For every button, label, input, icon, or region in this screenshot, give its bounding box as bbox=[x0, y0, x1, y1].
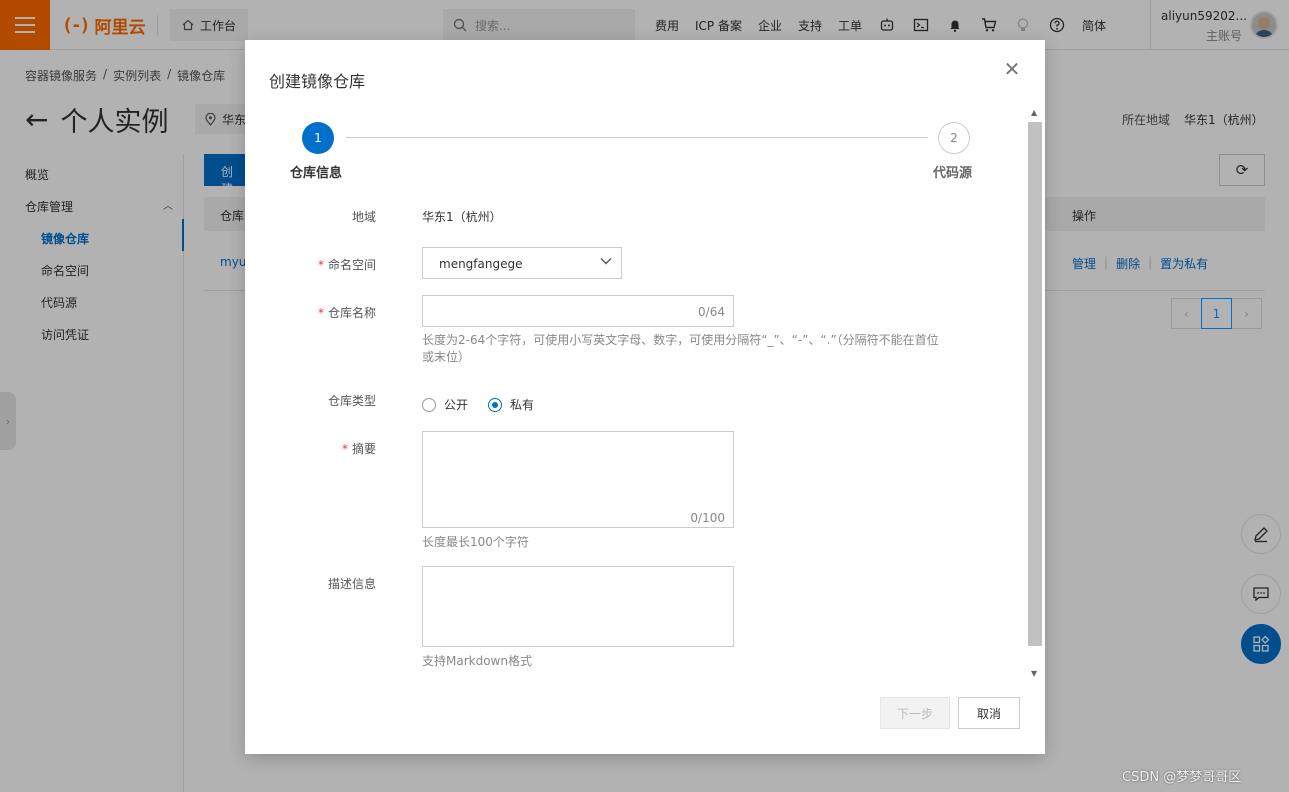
step-1-indicator: 1 bbox=[302, 122, 334, 154]
required-mark: * bbox=[341, 442, 348, 456]
scrollbar-thumb[interactable] bbox=[1028, 122, 1042, 646]
repo-name-counter: 0/64 bbox=[698, 305, 725, 319]
repo-type-radio-group: 公开 私有 bbox=[422, 396, 534, 413]
chevron-down-icon bbox=[600, 258, 612, 265]
namespace-select[interactable]: mengfangege bbox=[422, 247, 622, 279]
close-icon[interactable]: ✕ bbox=[1001, 58, 1023, 80]
required-mark: * bbox=[317, 258, 324, 272]
summary-counter: 0/100 bbox=[690, 511, 725, 525]
repo-type-label: 仓库类型 bbox=[327, 394, 376, 408]
repo-name-label: * 仓库名称 bbox=[317, 306, 376, 320]
page-number[interactable]: 1 bbox=[1201, 298, 1232, 329]
description-label: 描述信息 bbox=[327, 577, 376, 591]
step-connector bbox=[346, 137, 928, 138]
step-2-label: 代码源 bbox=[933, 166, 973, 181]
cancel-button[interactable]: 取消 bbox=[958, 697, 1020, 729]
required-mark: * bbox=[317, 306, 324, 320]
summary-help: 长度最长100个字符 bbox=[422, 535, 529, 549]
radio-public[interactable]: 公开 bbox=[422, 396, 468, 413]
step-2-indicator: 2 bbox=[938, 122, 970, 154]
namespace-label: * 命名空间 bbox=[317, 258, 376, 272]
stepper: 1 2 仓库信息 代码源 bbox=[290, 122, 980, 182]
next-step-button[interactable]: 下一步 bbox=[880, 697, 950, 729]
step-1-label: 仓库信息 bbox=[290, 166, 343, 181]
summary-textarea[interactable]: 0/100 bbox=[422, 431, 734, 528]
scroll-down-icon[interactable]: ▼ bbox=[1031, 669, 1037, 678]
scrollbar[interactable]: ▲ ▼ bbox=[1027, 108, 1043, 678]
summary-label: * 摘要 bbox=[341, 442, 376, 456]
repo-name-help: 长度为2-64个字符，可使用小写英文字母、数字，可使用分隔符“_”、“-”、“.… bbox=[422, 332, 939, 366]
watermark: CSDN @梦梦哥哥区 bbox=[1122, 770, 1242, 785]
radio-private[interactable]: 私有 bbox=[488, 396, 534, 413]
description-help: 支持Markdown格式 bbox=[422, 654, 532, 668]
dialog-title: 创建镜像仓库 bbox=[269, 72, 366, 91]
radio-private-label: 私有 bbox=[510, 398, 535, 412]
description-textarea[interactable] bbox=[422, 566, 734, 647]
repo-name-help-line: 长度为2-64个字符，可使用小写英文字母、数字，可使用分隔符“_”、“-”、“.… bbox=[422, 333, 939, 347]
scroll-up-icon[interactable]: ▲ bbox=[1031, 108, 1037, 117]
repo-name-help-line: 或末位） bbox=[422, 350, 471, 364]
repo-name-input[interactable]: 0/64 bbox=[422, 295, 734, 327]
radio-public-label: 公开 bbox=[444, 398, 469, 412]
radio-public-dot[interactable] bbox=[422, 397, 436, 412]
create-repo-dialog: 创建镜像仓库 ✕ ▲ ▼ 1 2 仓库信息 代码源 地域 华东1（杭州） * 命名… bbox=[245, 40, 1045, 754]
region-label: 地域 bbox=[351, 210, 376, 224]
radio-private-dot[interactable] bbox=[488, 397, 503, 412]
namespace-selected: mengfangege bbox=[439, 257, 523, 271]
region-value: 华东1（杭州） bbox=[422, 210, 502, 224]
